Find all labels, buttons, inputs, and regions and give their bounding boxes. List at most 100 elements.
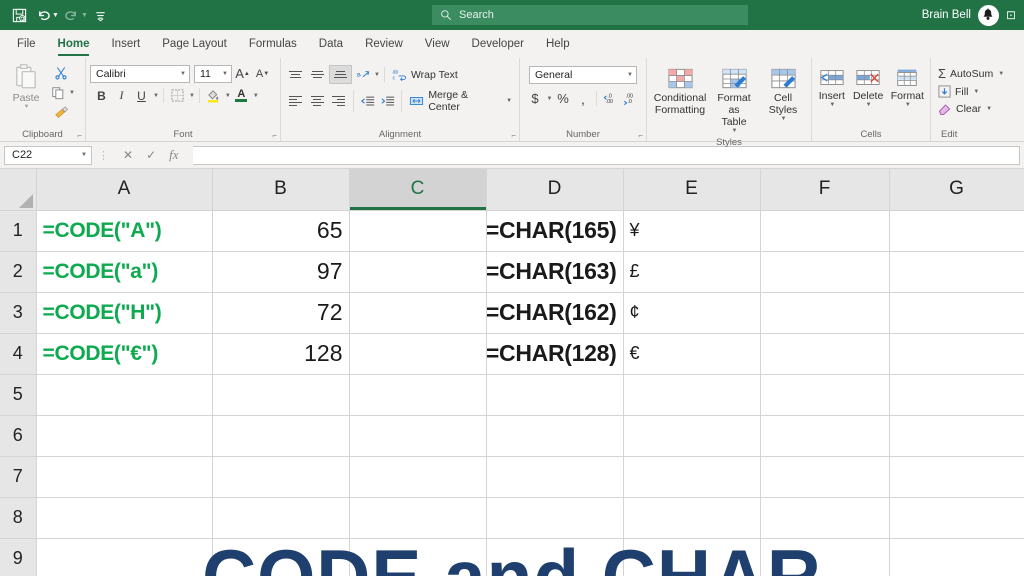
- delete-cells-dropdown-icon[interactable]: ▼: [866, 102, 872, 109]
- tab-review[interactable]: Review: [354, 30, 414, 58]
- font-size-dropdown-icon[interactable]: ▼: [222, 71, 228, 77]
- tab-insert[interactable]: Insert: [100, 30, 151, 58]
- increase-indent-icon[interactable]: [378, 92, 397, 111]
- tab-help[interactable]: Help: [535, 30, 581, 58]
- cell-g7[interactable]: [889, 456, 1024, 498]
- formula-input[interactable]: [192, 145, 1020, 165]
- cell-f8[interactable]: [760, 497, 890, 539]
- decrease-decimal-icon[interactable]: .00.0: [621, 89, 640, 108]
- cell-d8[interactable]: [486, 497, 624, 539]
- number-format-dropdown-icon[interactable]: ▼: [627, 72, 633, 78]
- tab-data[interactable]: Data: [308, 30, 354, 58]
- cell-f9[interactable]: [760, 538, 890, 576]
- column-header-g[interactable]: G: [889, 169, 1024, 211]
- borders-button[interactable]: [168, 86, 187, 105]
- format-cells-button[interactable]: Format ▼: [887, 65, 927, 111]
- clipboard-dialog-launcher-icon[interactable]: ⌐: [77, 131, 82, 140]
- cell-g5[interactable]: [889, 374, 1024, 416]
- font-name-dropdown-icon[interactable]: ▼: [180, 71, 186, 77]
- column-header-c[interactable]: C: [349, 169, 487, 211]
- cell-c3[interactable]: [349, 292, 487, 334]
- row-header-1[interactable]: 1: [0, 210, 37, 252]
- increase-decimal-icon[interactable]: .0.00: [601, 89, 620, 108]
- comma-format-button[interactable]: ,: [573, 89, 592, 108]
- cell-c1[interactable]: [349, 210, 487, 252]
- cell-f6[interactable]: [760, 415, 890, 457]
- row-header-7[interactable]: 7: [0, 456, 37, 498]
- cell-b2[interactable]: 97: [212, 251, 350, 293]
- cell-f1[interactable]: [760, 210, 890, 252]
- cell-f3[interactable]: [760, 292, 890, 334]
- cell-e2[interactable]: £: [623, 251, 761, 293]
- increase-font-size-icon[interactable]: A ▲: [233, 64, 252, 83]
- cell-e1[interactable]: ¥: [623, 210, 761, 252]
- undo-icon[interactable]: [32, 4, 54, 26]
- format-as-table-dropdown-icon[interactable]: ▼: [732, 128, 738, 135]
- conditional-formatting-button[interactable]: Conditional Formatting: [652, 65, 708, 118]
- save-icon[interactable]: [8, 4, 30, 26]
- cell-d2[interactable]: =CHAR(163): [486, 251, 624, 293]
- cell-a7[interactable]: [36, 456, 213, 498]
- cell-f4[interactable]: [760, 333, 890, 375]
- name-box[interactable]: C22 ▼: [4, 145, 92, 165]
- borders-dropdown-icon[interactable]: ▼: [189, 93, 195, 99]
- align-right-icon[interactable]: [329, 92, 350, 111]
- cell-b7[interactable]: [212, 456, 350, 498]
- orientation-dropdown-icon[interactable]: ▼: [374, 72, 380, 78]
- cell-d3[interactable]: =CHAR(162): [486, 292, 624, 334]
- insert-cells-button[interactable]: Insert ▼: [815, 65, 849, 111]
- cell-a4[interactable]: =CODE("€"): [36, 333, 213, 375]
- avatar[interactable]: [977, 4, 999, 26]
- cell-c8[interactable]: [349, 497, 487, 539]
- tab-formulas[interactable]: Formulas: [238, 30, 308, 58]
- cell-c6[interactable]: [349, 415, 487, 457]
- paste-button[interactable]: Paste ▼: [4, 61, 48, 113]
- column-header-b[interactable]: B: [212, 169, 350, 211]
- cell-b6[interactable]: [212, 415, 350, 457]
- row-header-2[interactable]: 2: [0, 251, 37, 293]
- alignment-dialog-launcher-icon[interactable]: ⌐: [511, 131, 516, 140]
- cell-e7[interactable]: [623, 456, 761, 498]
- cell-g1[interactable]: [889, 210, 1024, 252]
- name-box-dropdown-icon[interactable]: ▼: [81, 152, 87, 158]
- copy-button[interactable]: [48, 83, 67, 102]
- tab-home[interactable]: Home: [47, 30, 101, 58]
- tab-file[interactable]: File: [6, 30, 47, 58]
- cell-g6[interactable]: [889, 415, 1024, 457]
- cell-g8[interactable]: [889, 497, 1024, 539]
- cell-c2[interactable]: [349, 251, 487, 293]
- redo-dropdown-icon[interactable]: ▼: [81, 12, 88, 19]
- font-size-input[interactable]: 11 ▼: [194, 64, 232, 83]
- cell-d9[interactable]: [486, 538, 624, 576]
- align-middle-icon[interactable]: [307, 65, 328, 84]
- align-top-icon[interactable]: [285, 65, 306, 84]
- cell-styles-dropdown-icon[interactable]: ▼: [781, 116, 787, 123]
- select-all-corner[interactable]: [0, 169, 37, 211]
- cell-e9[interactable]: [623, 538, 761, 576]
- cell-a2[interactable]: =CODE("a"): [36, 251, 213, 293]
- tab-developer[interactable]: Developer: [461, 30, 535, 58]
- cut-button[interactable]: [48, 63, 75, 82]
- align-center-icon[interactable]: [307, 92, 328, 111]
- font-color-button[interactable]: A: [232, 86, 251, 105]
- cell-g2[interactable]: [889, 251, 1024, 293]
- accounting-format-button[interactable]: $: [526, 89, 545, 108]
- align-bottom-icon[interactable]: [329, 65, 352, 84]
- cell-e4[interactable]: €: [623, 333, 761, 375]
- cell-c9[interactable]: [349, 538, 487, 576]
- redo-icon[interactable]: [61, 4, 83, 26]
- confirm-entry-icon[interactable]: ✓: [146, 148, 156, 162]
- insert-function-icon[interactable]: fx: [169, 147, 178, 163]
- decrease-indent-icon[interactable]: [358, 92, 377, 111]
- cancel-entry-icon[interactable]: ✕: [123, 148, 133, 162]
- user-account-area[interactable]: Brain Bell ⊡: [922, 0, 1018, 30]
- cell-a3[interactable]: =CODE("H"): [36, 292, 213, 334]
- cell-d1[interactable]: =CHAR(165): [486, 210, 624, 252]
- underline-button[interactable]: U: [132, 86, 151, 105]
- wrap-text-button[interactable]: ab c Wrap Text: [389, 67, 461, 83]
- window-controls[interactable]: ⊡: [1006, 8, 1018, 22]
- cell-b5[interactable]: [212, 374, 350, 416]
- copy-dropdown-icon[interactable]: ▼: [69, 90, 75, 96]
- cell-b3[interactable]: 72: [212, 292, 350, 334]
- cell-b4[interactable]: 128: [212, 333, 350, 375]
